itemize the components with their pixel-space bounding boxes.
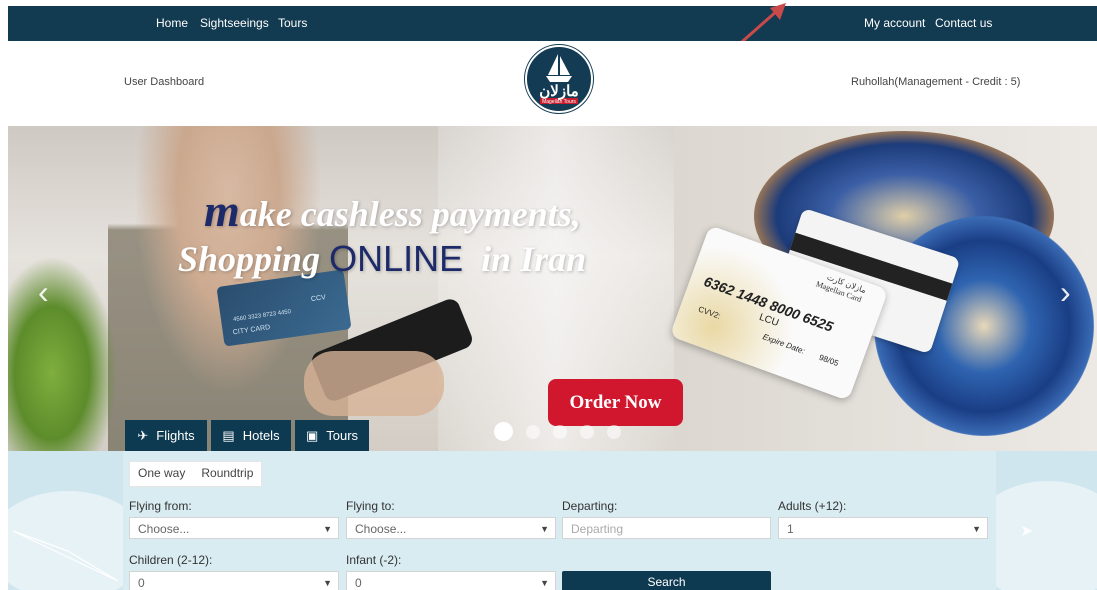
roundtrip-button[interactable]: Roundtrip [193,462,261,484]
trip-type-toggle: One way Roundtrip [129,461,263,487]
search-button[interactable]: Search [562,571,771,590]
order-now-button[interactable]: Order Now [548,379,683,426]
carousel-dot-1[interactable] [494,422,513,441]
chevron-down-icon: ▼ [972,524,981,534]
carousel-indicators [494,422,634,442]
chevron-down-icon: ▼ [323,524,332,534]
flying-to-label: Flying to: [346,499,395,513]
carousel-dot-4[interactable] [580,425,594,439]
children-select[interactable]: 0 ▼ [129,571,339,590]
infant-select[interactable]: 0 ▼ [346,571,556,590]
flying-from-label: Flying from: [129,499,192,513]
adults-select[interactable]: 1 ▼ [778,517,988,539]
tab-flights[interactable]: ✈ Flights [125,420,207,451]
chevron-down-icon: ▼ [540,578,549,588]
chevron-down-icon: ▼ [323,578,332,588]
nav-contact-us-link[interactable]: Contact us [935,16,992,30]
logo-text: مازلان [539,83,579,100]
nav-tours-link[interactable]: Tours [278,16,307,30]
tab-hotels[interactable]: ▤ Hotels [211,420,291,451]
departing-label: Departing: [562,499,618,513]
user-credit-label[interactable]: Ruhollah(Management - Credit : 5) [851,76,1020,88]
building-icon: ▤ [222,428,235,443]
logo-subtext: Magellan Tours [542,99,576,105]
hero-slogan-line1: make cashless payments, [204,184,581,237]
slogan-line1-text: ake cashless payments, [239,194,581,234]
carousel-dot-2[interactable] [526,425,540,439]
flying-to-select[interactable]: Choose... ▼ [346,517,556,539]
hero-carousel: CCV 4560 3323 8723 4450 CITY CARD Magell… [8,126,1097,451]
one-way-button[interactable]: One way [130,462,193,484]
carousel-dot-5[interactable] [607,425,621,439]
infant-value: 0 [355,576,362,590]
nav-my-account-link[interactable]: My account [864,16,925,30]
magellan-logo[interactable]: مازلان Magellan Tours [524,44,594,114]
slogan-in-iran: in Iran [481,239,587,279]
chevron-right-icon[interactable]: › [1060,274,1071,311]
nav-sightseeings-link[interactable]: Sightseeings [200,16,269,30]
hand-card-label: CITY CARD [232,324,271,337]
slogan-cap: m [204,185,240,236]
slogan-online: ONLINE [329,238,464,279]
tab-hotels-label: Hotels [242,428,280,443]
flight-search-area: ➤ One way Roundtrip Flying from: Choose..… [8,451,1097,590]
infant-label: Infant (-2): [346,553,402,567]
top-navbar: Home Sightseeings Tours My account Conta… [8,6,1097,41]
tab-tours-label: Tours [326,428,359,443]
tab-flights-label: Flights [156,428,195,443]
nav-home-link[interactable]: Home [156,16,188,30]
tab-tours[interactable]: ▣ Tours [295,420,369,451]
flying-to-value: Choose... [355,522,407,536]
flying-from-select[interactable]: Choose... ▼ [129,517,339,539]
children-value: 0 [138,576,145,590]
paper-plane-icon [12,530,119,582]
chevron-left-icon[interactable]: ‹ [38,274,49,311]
hand-card-numbers: 4560 3323 8723 4450 [232,309,292,324]
departing-placeholder: Departing [571,522,624,536]
hand-image [304,351,444,416]
children-label: Children (2-12): [129,553,213,567]
carousel-dot-3[interactable] [553,425,567,439]
search-panel: One way Roundtrip Flying from: Choose... ▼… [123,451,996,590]
hand-card-ccv: CCV [310,294,327,304]
user-dashboard-link[interactable]: User Dashboard [124,76,204,88]
suitcase-icon: ▣ [305,428,319,443]
chevron-down-icon: ▼ [540,524,549,534]
plant-image [8,256,118,451]
slogan-shopping: Shopping [178,239,321,279]
flying-from-value: Choose... [138,522,190,536]
adults-value: 1 [787,522,794,536]
departing-input[interactable]: Departing [562,517,771,539]
sub-header: User Dashboard مازلان Magellan Tours Ruh… [0,41,1097,126]
adults-label: Adults (+12): [778,499,847,513]
hero-slogan-line2: Shopping ONLINE in Iran [178,238,586,280]
bird-icon: ➤ [1020,523,1034,540]
hero-right-image: Magellan Card مازلان کارت 6362 1448 8000… [669,126,1097,451]
plane-icon: ✈ [137,428,149,443]
